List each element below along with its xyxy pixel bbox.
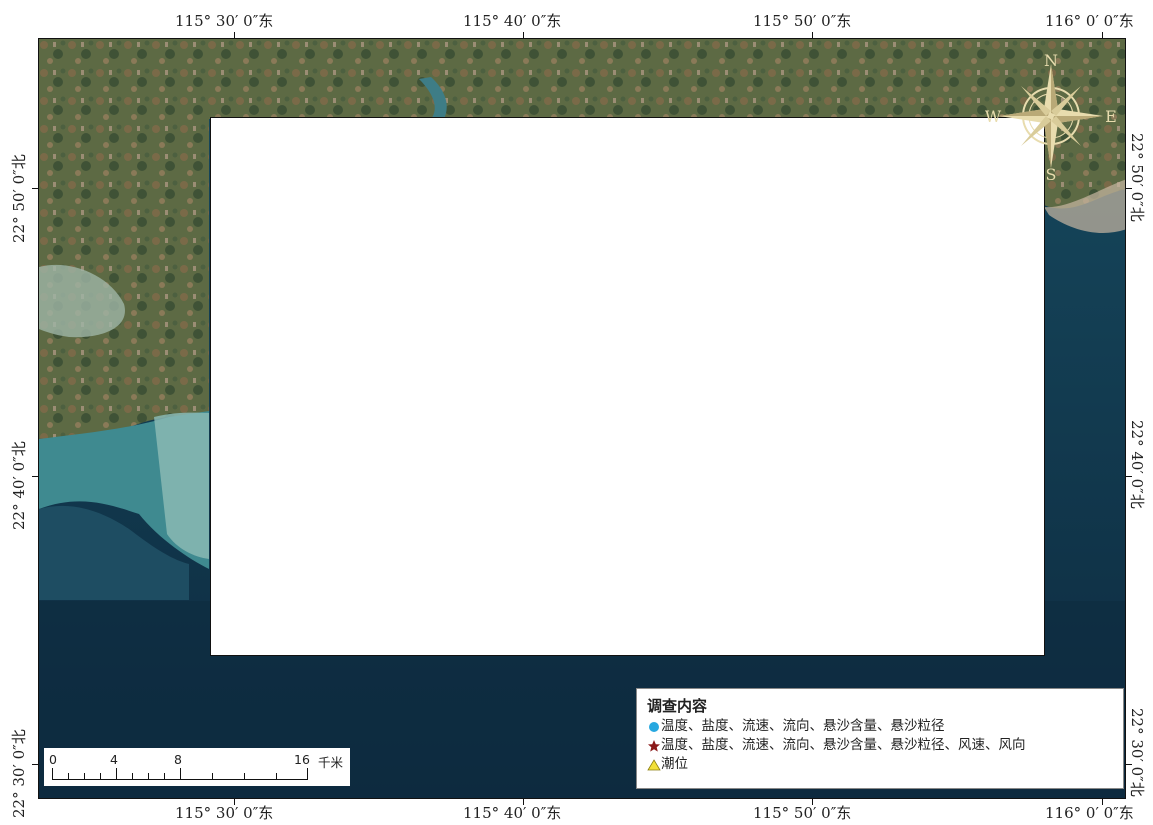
compass-w: W [985,107,1002,126]
legend-item: 潮位 [647,755,1113,774]
scale-tick [212,773,213,779]
scale-label: 8 [174,752,182,767]
lat-label-left-3: 22° 30′ 0″北 [10,729,28,818]
lat-label-left-2: 22° 40′ 0″北 [10,441,28,530]
triangle-icon [647,758,661,770]
tick-mark [1102,32,1103,38]
lon-label-bottom-1: 115° 30′ 0″东 [175,804,274,822]
compass-rose-icon: N E S W [985,51,1117,182]
legend-item: 温度、盐度、流速、流向、悬沙含量、悬沙粒径 [647,717,1113,736]
tick-mark [32,764,38,765]
compass-e: E [1105,107,1117,126]
tick-mark [1102,799,1103,805]
tick-mark [812,799,813,805]
star-icon [648,739,660,752]
lon-label-bottom-2: 115° 40′ 0″东 [463,804,562,822]
study-area-blank [210,117,1045,656]
scale-tick [132,773,133,779]
lat-label-right-2: 22° 40′ 0″北 [1128,420,1146,509]
lat-label-right-3: 22° 30′ 0″北 [1128,708,1146,797]
tick-mark [1126,188,1132,189]
scale-tick [164,773,165,779]
scale-tick [84,773,85,779]
scale-tick [276,773,277,779]
lon-label-top-3: 115° 50′ 0″东 [753,12,852,30]
scale-tick [52,768,53,779]
tick-mark [234,32,235,38]
scale-tick [180,768,181,779]
compass-n: N [1044,51,1058,70]
tick-mark [32,476,38,477]
scale-tick [68,773,69,779]
lon-label-top-1: 115° 30′ 0″东 [175,12,274,30]
compass-s: S [1046,165,1057,182]
lon-label-bottom-4: 116° 0′ 0″东 [1045,804,1134,822]
tick-mark [523,799,524,805]
lat-label-left-1: 22° 50′ 0″北 [10,154,28,243]
dot-icon [649,721,659,732]
map-legend: 调查内容 温度、盐度、流速、流向、悬沙含量、悬沙粒径 温度、盐度、流速、流向、悬… [636,688,1124,789]
scale-tick [116,768,117,779]
tick-mark [32,188,38,189]
tick-mark [1126,764,1132,765]
legend-item-label: 温度、盐度、流速、流向、悬沙含量、悬沙粒径 [661,718,945,734]
lon-label-bottom-3: 115° 50′ 0″东 [753,804,852,822]
legend-item-label: 温度、盐度、流速、流向、悬沙含量、悬沙粒径、风速、风向 [661,737,1026,753]
tick-mark [234,799,235,805]
scale-tick [244,773,245,779]
lon-label-top-4: 116° 0′ 0″东 [1045,12,1134,30]
tick-mark [812,32,813,38]
legend-title: 调查内容 [647,697,708,715]
tick-mark [523,32,524,38]
scale-label: 4 [110,752,118,767]
scale-tick [307,768,308,779]
scale-label: 0 [49,752,57,767]
scale-label: 16 [294,752,310,767]
legend-item: 温度、盐度、流速、流向、悬沙含量、悬沙粒径、风速、风向 [647,736,1113,755]
scale-tick [100,773,101,779]
legend-item-label: 潮位 [661,756,688,772]
scale-tick [148,773,149,779]
scale-baseline [52,779,308,780]
lat-label-right-1: 22° 50′ 0″北 [1128,133,1146,222]
tick-mark [1126,476,1132,477]
scale-bar: 0 4 8 16 千米 [44,748,350,786]
scale-unit: 千米 [318,755,344,770]
lon-label-top-2: 115° 40′ 0″东 [463,12,562,30]
